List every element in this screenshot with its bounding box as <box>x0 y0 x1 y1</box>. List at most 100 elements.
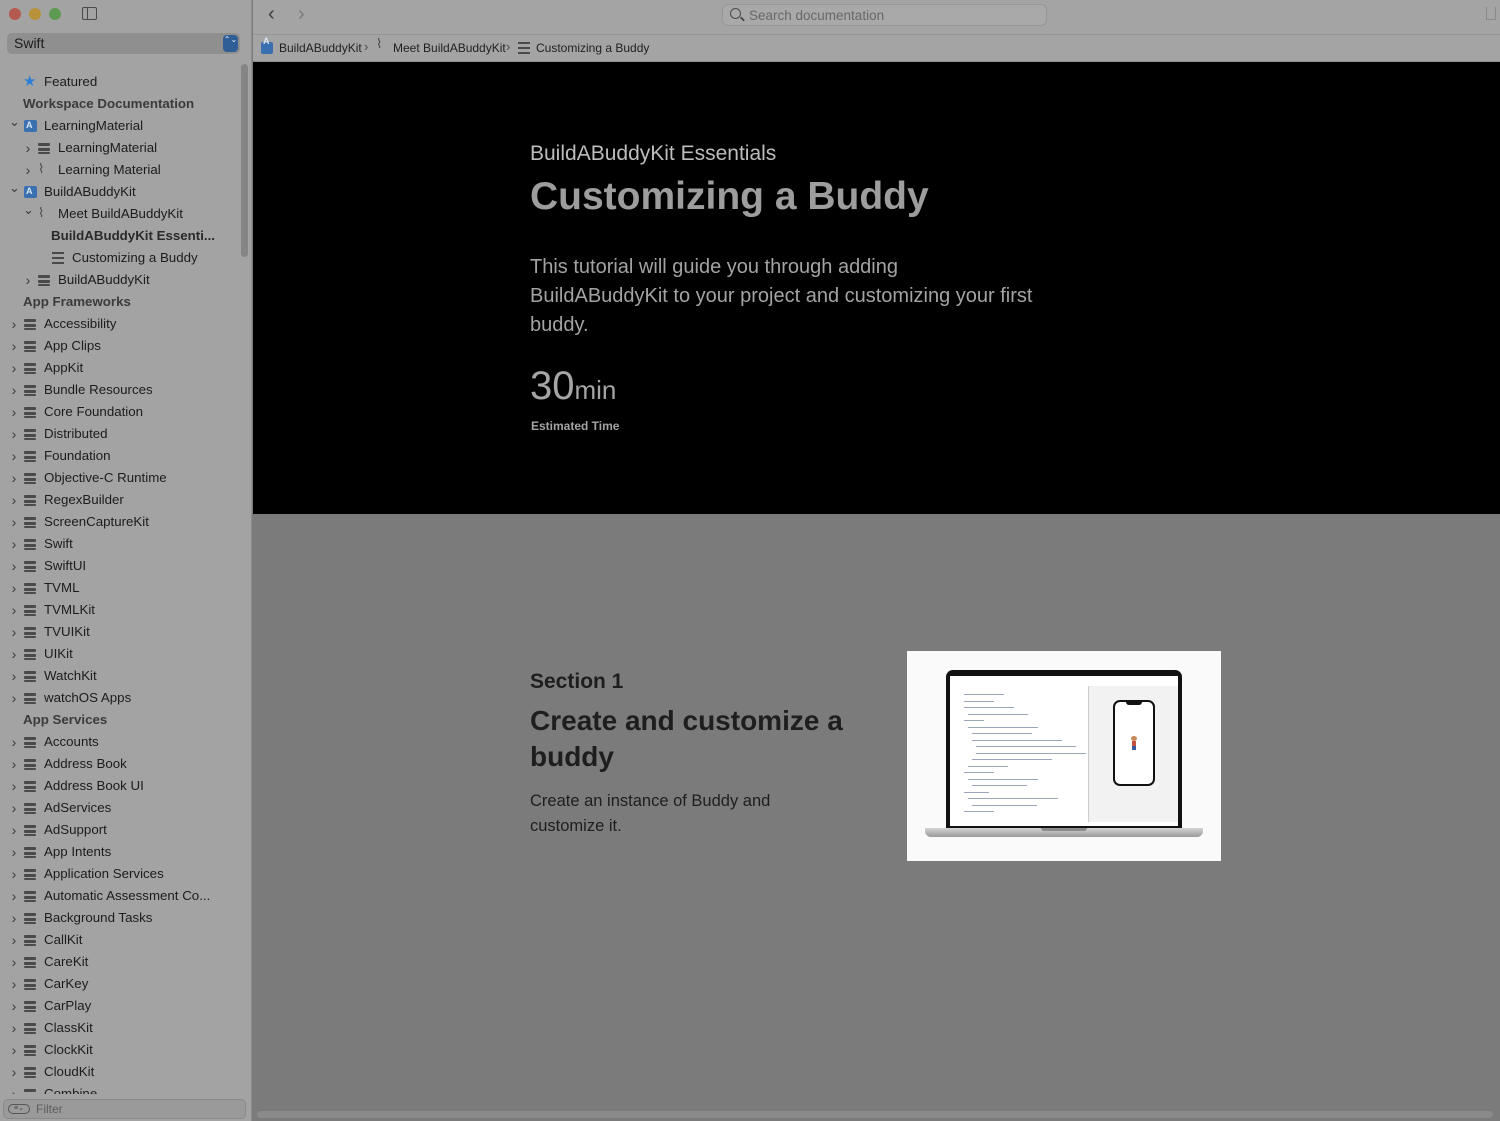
sidebar-item-foundation[interactable]: › Foundation <box>0 445 240 467</box>
chevron-right-icon[interactable]: › <box>9 885 19 907</box>
chevron-right-icon[interactable]: › <box>9 973 19 995</box>
chevron-right-icon[interactable]: › <box>9 621 19 643</box>
sidebar-item-accessibility[interactable]: › Accessibility <box>0 313 240 335</box>
chevron-right-icon[interactable]: › <box>9 665 19 687</box>
sidebar-item-regexbuilder[interactable]: › RegexBuilder <box>0 489 240 511</box>
sidebar-item-swift[interactable]: › Swift <box>0 533 240 555</box>
sidebar-item-address-book-ui[interactable]: › Address Book UI <box>0 775 240 797</box>
sidebar-item-watchos-apps[interactable]: › watchOS Apps <box>0 687 240 709</box>
chevron-right-icon[interactable]: › <box>9 423 19 445</box>
sidebar-item-buildabuddykit[interactable]: ⌄ BuildABuddyKit <box>0 180 240 203</box>
horizontal-scrollbar[interactable] <box>257 1111 1493 1118</box>
chevron-right-icon[interactable]: › <box>9 731 19 753</box>
forward-button[interactable]: › <box>298 3 305 26</box>
sidebar-item-uikit[interactable]: › UIKit <box>0 643 240 665</box>
chevron-right-icon[interactable]: › <box>9 313 19 335</box>
sidebar-item-address-book[interactable]: › Address Book <box>0 753 240 775</box>
chevron-right-icon[interactable]: › <box>23 137 33 159</box>
sidebar-item-objective-c-runtime[interactable]: › Objective-C Runtime <box>0 467 240 489</box>
sidebar-item-background-tasks[interactable]: › Background Tasks <box>0 907 240 929</box>
sidebar-item-meet-buildabuddykit[interactable]: ⌄ Meet BuildABuddyKit <box>0 202 240 225</box>
chevron-down-icon[interactable]: ⌄ <box>23 199 34 221</box>
sidebar-item-bundle-resources[interactable]: › Bundle Resources <box>0 379 240 401</box>
sidebar-item-app-intents[interactable]: › App Intents <box>0 841 240 863</box>
sidebar-item-cloudkit[interactable]: › CloudKit <box>0 1061 240 1083</box>
chevron-right-icon[interactable]: › <box>9 489 19 511</box>
chevron-right-icon[interactable]: › <box>9 753 19 775</box>
sidebar-item-distributed[interactable]: › Distributed <box>0 423 240 445</box>
language-selector[interactable]: Swift ⌃⌄ <box>7 33 240 54</box>
chevron-right-icon[interactable]: › <box>9 819 19 841</box>
sidebar-item-accounts[interactable]: › Accounts <box>0 731 240 753</box>
chevron-right-icon[interactable]: › <box>9 467 19 489</box>
breadcrumb-item-buildabuddykit[interactable]: BuildABuddyKit <box>279 41 362 55</box>
sidebar-item-appkit[interactable]: › AppKit <box>0 357 240 379</box>
search-field[interactable] <box>722 4 1047 26</box>
tutorial-eyebrow[interactable]: BuildABuddyKit Essentials <box>530 142 776 166</box>
chevron-right-icon[interactable]: › <box>9 335 19 357</box>
sidebar-item-callkit[interactable]: › CallKit <box>0 929 240 951</box>
chevron-right-icon[interactable]: › <box>9 951 19 973</box>
sidebar-item-classkit[interactable]: › ClassKit <box>0 1017 240 1039</box>
sidebar-item-learningmaterial[interactable]: › LearningMaterial <box>0 137 240 159</box>
chevron-right-icon[interactable]: › <box>9 533 19 555</box>
sidebar-item-adsupport[interactable]: › AdSupport <box>0 819 240 841</box>
chevron-right-icon[interactable]: › <box>9 687 19 709</box>
chevron-right-icon[interactable]: › <box>23 159 33 181</box>
sidebar-item-buildabuddykit-essenti[interactable]: BuildABuddyKit Essenti... <box>0 225 240 247</box>
sidebar-item-buildabuddykit[interactable]: › BuildABuddyKit <box>0 269 240 291</box>
chevron-right-icon[interactable]: › <box>9 511 19 533</box>
chevron-right-icon[interactable]: › <box>9 379 19 401</box>
close-window-button[interactable] <box>9 8 21 20</box>
filter-field[interactable]: ≡⌄ Filter <box>3 1099 246 1119</box>
sidebar-item-carekit[interactable]: › CareKit <box>0 951 240 973</box>
breadcrumb-item-customizing-a-buddy[interactable]: Customizing a Buddy <box>536 41 649 55</box>
chevron-right-icon[interactable]: › <box>9 1017 19 1039</box>
sidebar-item-featured[interactable]: ★ Featured <box>0 71 240 93</box>
breadcrumb-item-meet-buildabuddykit[interactable]: Meet BuildABuddyKit <box>393 41 506 55</box>
sidebar-item-learningmaterial[interactable]: ⌄ LearningMaterial <box>0 114 240 137</box>
sidebar-item-app-clips[interactable]: › App Clips <box>0 335 240 357</box>
chevron-right-icon[interactable]: › <box>9 907 19 929</box>
sidebar-item-tvuikit[interactable]: › TVUIKit <box>0 621 240 643</box>
share-icon[interactable] <box>1486 7 1496 20</box>
chevron-right-icon[interactable]: › <box>9 929 19 951</box>
back-button[interactable]: ‹ <box>268 3 275 26</box>
sidebar-item-carplay[interactable]: › CarPlay <box>0 995 240 1017</box>
chevron-right-icon[interactable]: › <box>9 555 19 577</box>
sidebar-item-combine[interactable]: › Combine <box>0 1083 240 1094</box>
sidebar-item-learning-material[interactable]: › Learning Material <box>0 158 240 181</box>
chevron-right-icon[interactable]: › <box>9 797 19 819</box>
chevron-right-icon[interactable]: › <box>9 863 19 885</box>
chevron-down-icon[interactable]: ⌄ <box>9 177 20 199</box>
sidebar-item-watchkit[interactable]: › WatchKit <box>0 665 240 687</box>
sidebar-toggle-icon[interactable] <box>82 7 97 20</box>
minimize-window-button[interactable] <box>29 8 41 20</box>
zoom-window-button[interactable] <box>49 8 61 20</box>
chevron-right-icon[interactable]: › <box>9 1083 19 1094</box>
sidebar-item-tvml[interactable]: › TVML <box>0 577 240 599</box>
chevron-right-icon[interactable]: › <box>9 357 19 379</box>
sidebar-item-tvmlkit[interactable]: › TVMLKit <box>0 599 240 621</box>
chevron-right-icon[interactable]: › <box>9 995 19 1017</box>
sidebar-item-customizing-a-buddy[interactable]: Customizing a Buddy <box>0 247 240 269</box>
chevron-down-icon[interactable]: ⌄ <box>9 111 20 133</box>
chevron-right-icon[interactable]: › <box>9 841 19 863</box>
chevron-right-icon[interactable]: › <box>23 269 33 291</box>
sidebar-item-carkey[interactable]: › CarKey <box>0 973 240 995</box>
sidebar-item-adservices[interactable]: › AdServices <box>0 797 240 819</box>
chevron-right-icon[interactable]: › <box>9 599 19 621</box>
sidebar-item-core-foundation[interactable]: › Core Foundation <box>0 401 240 423</box>
sidebar-item-clockkit[interactable]: › ClockKit <box>0 1039 240 1061</box>
chevron-right-icon[interactable]: › <box>9 401 19 423</box>
chevron-right-icon[interactable]: › <box>9 643 19 665</box>
chevron-right-icon[interactable]: › <box>9 1061 19 1083</box>
search-input[interactable] <box>749 7 1039 24</box>
sidebar-item-automatic-assessment-co[interactable]: › Automatic Assessment Co... <box>0 885 240 907</box>
chevron-right-icon[interactable]: › <box>9 445 19 467</box>
sidebar-scrollbar[interactable] <box>241 64 248 257</box>
sidebar-item-swiftui[interactable]: › SwiftUI <box>0 555 240 577</box>
sidebar-item-application-services[interactable]: › Application Services <box>0 863 240 885</box>
chevron-right-icon[interactable]: › <box>9 577 19 599</box>
chevron-right-icon[interactable]: › <box>9 1039 19 1061</box>
